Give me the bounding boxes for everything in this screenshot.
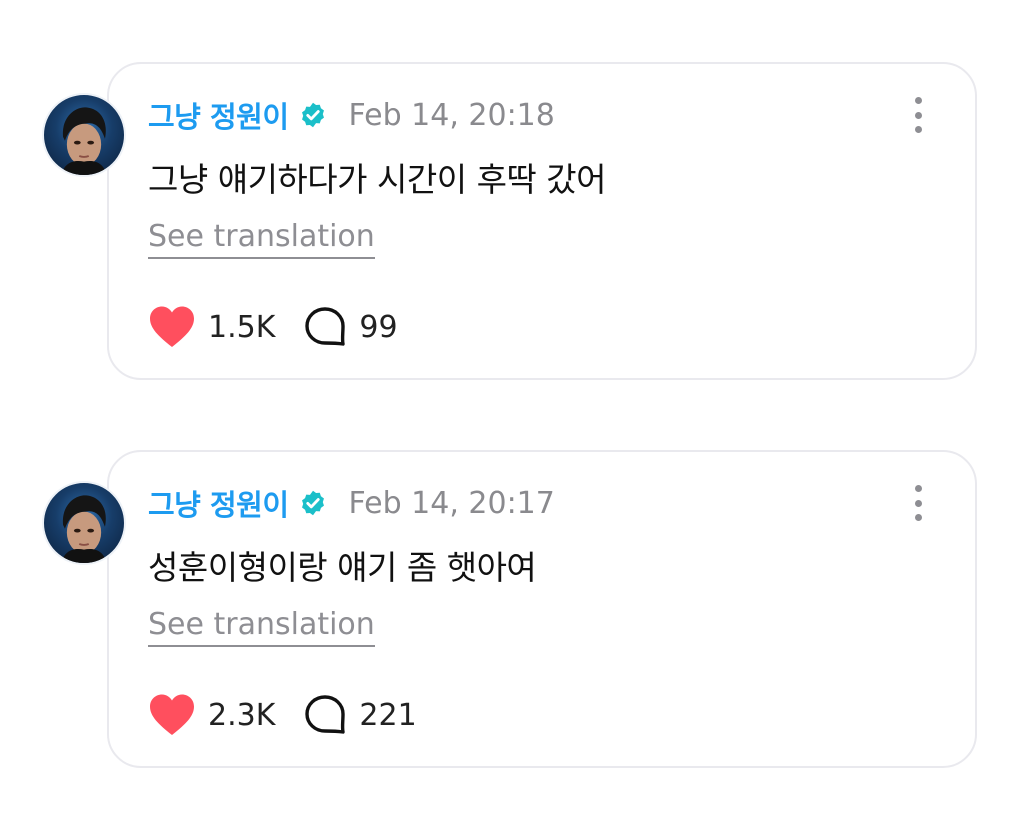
- comment-bubble-icon[interactable]: [303, 305, 347, 349]
- timestamp: Feb 14, 20:17: [348, 485, 555, 521]
- comment-bubble-icon[interactable]: [303, 693, 347, 737]
- timestamp: Feb 14, 20:18: [348, 97, 555, 133]
- like-count: 2.3K: [208, 697, 276, 733]
- post-actions: 1.5K 99: [148, 305, 398, 349]
- post-actions: 2.3K 221: [148, 693, 417, 737]
- post: 그냥 정원이 Feb 14, 20:17 성훈이형이랑 얘기 좀 햇아여 See…: [0, 445, 1024, 775]
- comment-count: 99: [359, 309, 398, 345]
- more-options-button[interactable]: [907, 485, 929, 521]
- see-translation-link[interactable]: See translation: [148, 607, 375, 647]
- heart-icon[interactable]: [148, 693, 196, 737]
- avatar[interactable]: [42, 93, 126, 177]
- post-header: 그냥 정원이 Feb 14, 20:18: [148, 95, 555, 135]
- comment-count: 221: [359, 697, 417, 733]
- heart-icon[interactable]: [148, 305, 196, 349]
- post-text: 성훈이형이랑 얘기 좀 햇아여: [148, 548, 537, 587]
- more-vertical-icon: [914, 514, 922, 521]
- username[interactable]: 그냥 정원이: [148, 482, 289, 524]
- more-vertical-icon: [914, 97, 922, 104]
- more-vertical-icon: [914, 499, 922, 507]
- post-header: 그냥 정원이 Feb 14, 20:17: [148, 483, 555, 523]
- more-vertical-icon: [914, 126, 922, 133]
- more-vertical-icon: [914, 485, 922, 492]
- see-translation-link[interactable]: See translation: [148, 219, 375, 259]
- post: 그냥 정원이 Feb 14, 20:18 그냥 얘기하다가 시간이 후딱 갔어 …: [0, 57, 1024, 387]
- avatar-portrait-icon: [61, 495, 107, 563]
- avatar[interactable]: [42, 481, 126, 565]
- verified-badge-icon: [301, 102, 324, 128]
- verified-badge-icon: [301, 490, 324, 516]
- username[interactable]: 그냥 정원이: [148, 94, 289, 136]
- post-text: 그냥 얘기하다가 시간이 후딱 갔어: [148, 160, 607, 199]
- more-vertical-icon: [914, 111, 922, 119]
- avatar-portrait-icon: [61, 107, 107, 175]
- like-count: 1.5K: [208, 309, 276, 345]
- more-options-button[interactable]: [907, 97, 929, 133]
